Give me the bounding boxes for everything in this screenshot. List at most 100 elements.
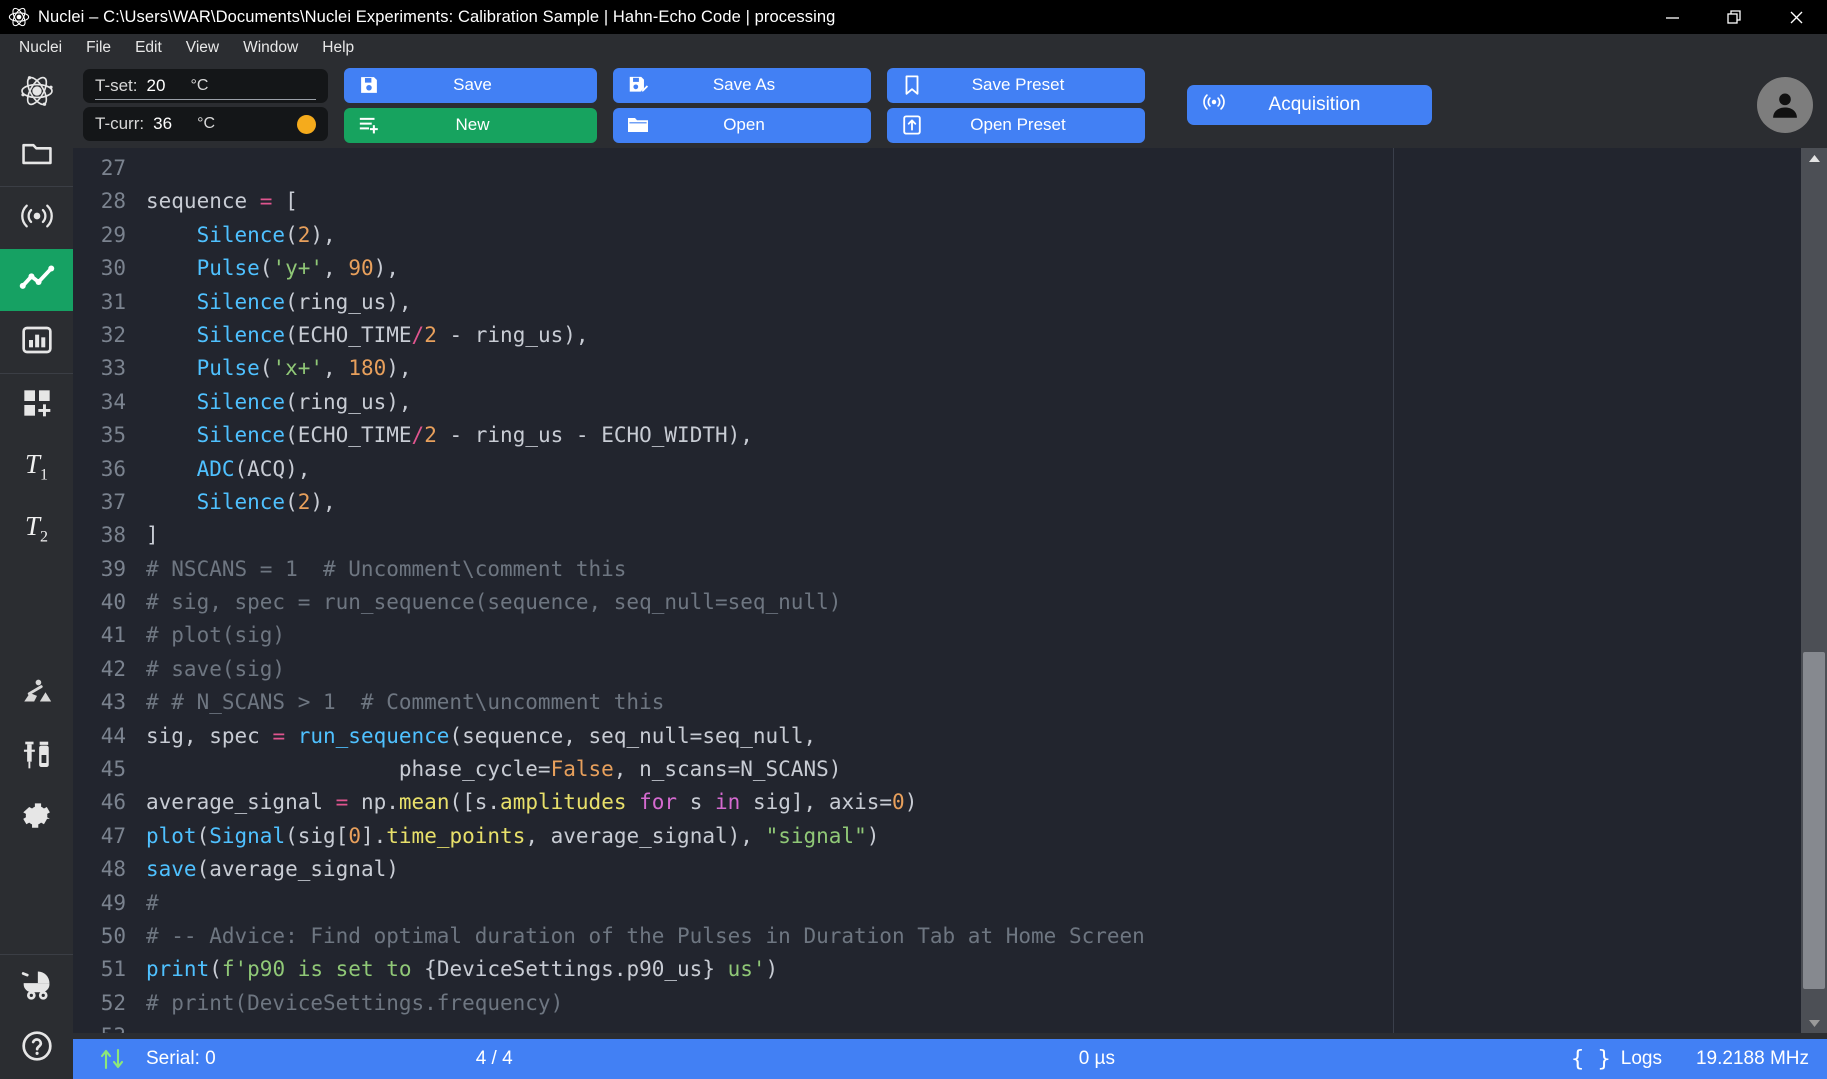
code-line[interactable]: # save(sig) (146, 653, 1393, 686)
sidebar-item-t2[interactable]: T2 (0, 498, 73, 560)
scrollbar-thumb[interactable] (1803, 652, 1825, 989)
window-title: Nuclei – C:\Users\WAR\Documents\Nuclei E… (38, 7, 836, 26)
code-token: time_points (386, 823, 526, 848)
acquisition-button[interactable]: Acquisition (1187, 85, 1432, 125)
main-area: T-set: 20 °C T-curr: 36 °C Save New Save… (73, 62, 1827, 1079)
code-line[interactable]: # (146, 887, 1393, 920)
menu-file[interactable]: File (75, 36, 122, 60)
menu-window[interactable]: Window (232, 36, 309, 60)
sidebar-item-samples[interactable] (0, 726, 73, 788)
acquisition-wrapper: Acquisition (1187, 85, 1432, 125)
code-token: ]. (360, 823, 387, 848)
code-token: 0 (348, 823, 361, 848)
code-token: # (146, 890, 159, 915)
sidebar-item-t1[interactable]: T1 (0, 436, 73, 498)
code-line[interactable]: # -- Advice: Find optimal duration of th… (146, 920, 1393, 953)
sidebar-item-acquisition[interactable] (0, 187, 73, 249)
code-content[interactable]: sequence = [ Silence(2), Pulse('y+', 90)… (136, 148, 1393, 1033)
code-line[interactable]: sig, spec = run_sequence(sequence, seq_n… (146, 720, 1393, 753)
code-line[interactable]: # print(DeviceSettings.frequency) (146, 987, 1393, 1020)
code-token: Silence (196, 322, 286, 347)
code-line[interactable]: Silence(ring_us), (146, 386, 1393, 419)
code-line[interactable]: phase_cycle=False, n_scans=N_SCANS) (146, 753, 1393, 786)
code-token: ( (259, 256, 273, 281)
code-line[interactable]: print(f'p90 is set to {DeviceSettings.p9… (146, 953, 1393, 986)
code-token: 2 (424, 423, 437, 448)
new-button[interactable]: New (344, 107, 597, 143)
scroll-down-arrow-icon[interactable] (1801, 1013, 1827, 1033)
t-set-input[interactable]: 20 (147, 76, 181, 96)
open-button[interactable]: Open (613, 107, 871, 143)
serial-status[interactable]: Serial: 0 (98, 1047, 216, 1071)
code-line[interactable]: average_signal = np.mean([s.amplitudes f… (146, 786, 1393, 819)
sidebar-item-settings[interactable] (0, 788, 73, 850)
line-number: 31 (100, 289, 126, 314)
menu-view[interactable]: View (175, 36, 230, 60)
acquisition-button-label: Acquisition (1268, 94, 1361, 115)
code-line[interactable]: Silence(ECHO_TIME/2 - ring_us), (146, 319, 1393, 352)
sidebar-item-stroller[interactable] (0, 955, 73, 1017)
line-number: 37 (100, 489, 126, 514)
code-line[interactable]: ADC(ACQ), (146, 453, 1393, 486)
code-line[interactable]: sequence = [ (146, 185, 1393, 218)
close-button[interactable] (1765, 0, 1827, 34)
menu-edit[interactable]: Edit (124, 36, 173, 60)
code-line[interactable]: # sig, spec = run_sequence(sequence, seq… (146, 586, 1393, 619)
editor-vertical-scrollbar[interactable] (1801, 148, 1827, 1033)
sidebar-item-home[interactable] (0, 62, 73, 124)
menu-help[interactable]: Help (311, 36, 365, 60)
code-token: ( (259, 356, 273, 381)
save-as-button[interactable]: Save As (613, 67, 871, 103)
new-button-label: New (455, 115, 490, 134)
line-number: 50 (100, 923, 126, 948)
line-number: 43 (100, 690, 126, 715)
code-line[interactable]: save(average_signal) (146, 853, 1393, 886)
code-token: # NSCANS = 1 # Uncomment\comment this (146, 556, 627, 581)
code-token: = (259, 189, 286, 214)
code-line[interactable] (146, 1020, 1393, 1033)
menu-nuclei[interactable]: Nuclei (8, 36, 73, 60)
minimize-button[interactable] (1641, 0, 1703, 34)
code-token: (sequence, seq_null=seq_null, (449, 723, 817, 748)
line-number: 47 (100, 823, 126, 848)
line-number: 48 (100, 857, 126, 882)
code-token: (ECHO_TIME (285, 322, 412, 347)
line-number: 39 (100, 556, 126, 581)
scroll-up-arrow-icon[interactable] (1801, 148, 1827, 168)
code-line[interactable]: ] (146, 519, 1393, 552)
sidebar: T1 T2 (0, 62, 73, 1079)
sidebar-item-spectrum[interactable] (0, 311, 73, 373)
sidebar-item-add-module[interactable] (0, 374, 73, 436)
sidebar-item-help[interactable] (0, 1017, 73, 1079)
maximize-button[interactable] (1703, 0, 1765, 34)
progress-bar (530, 1054, 1061, 1064)
code-token: f'p90 is set to (221, 957, 425, 982)
code-line[interactable]: Pulse('y+', 90), (146, 252, 1393, 285)
save-button[interactable]: Save (344, 67, 597, 103)
sidebar-item-signal[interactable] (0, 249, 73, 311)
code-line[interactable]: Silence(ring_us), (146, 286, 1393, 319)
code-token: - ring_us), (436, 322, 589, 347)
code-line[interactable]: Pulse('x+', 180), (146, 352, 1393, 385)
logs-button[interactable]: { } Logs (1571, 1047, 1662, 1072)
code-line[interactable]: plot(Signal(sig[0].time_points, average_… (146, 820, 1393, 853)
sidebar-item-files[interactable] (0, 124, 73, 186)
t-set-unit: °C (190, 77, 209, 94)
line-chart-icon (18, 259, 56, 302)
code-line[interactable]: Silence(ECHO_TIME/2 - ring_us - ECHO_WID… (146, 419, 1393, 452)
sidebar-item-construction[interactable] (0, 664, 73, 726)
code-line[interactable]: Silence(2), (146, 219, 1393, 252)
code-token: # -- Advice: Find optimal duration of th… (146, 923, 1145, 948)
code-line[interactable]: # # N_SCANS > 1 # Comment\uncomment this (146, 686, 1393, 719)
code-line[interactable]: # NSCANS = 1 # Uncomment\comment this (146, 553, 1393, 586)
save-preset-button[interactable]: Save Preset (887, 67, 1145, 103)
person-avatar-icon[interactable] (1757, 77, 1813, 133)
code-line[interactable] (146, 152, 1393, 185)
code-line[interactable]: # plot(sig) (146, 619, 1393, 652)
code-line[interactable]: Silence(2), (146, 486, 1393, 519)
open-preset-button[interactable]: Open Preset (887, 107, 1145, 143)
code-editor[interactable]: 27 28 29 30 31 32 33 34 35 36 37 38 39 40 41 42 43 44 45 46… (73, 148, 1393, 1033)
